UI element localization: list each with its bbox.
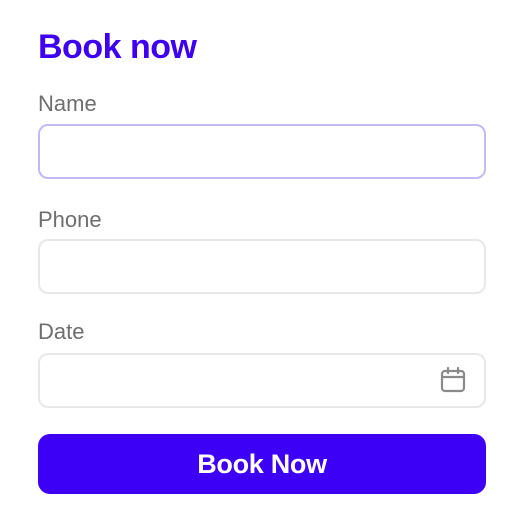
calendar-icon[interactable] xyxy=(439,366,467,394)
name-input[interactable] xyxy=(38,124,486,179)
date-input[interactable] xyxy=(38,353,486,408)
phone-label: Phone xyxy=(38,207,102,232)
booking-form: Book now Name Phone Date Book Now xyxy=(0,0,523,530)
book-now-button[interactable]: Book Now xyxy=(38,434,486,494)
date-label: Date xyxy=(38,319,85,344)
form-title: Book now xyxy=(38,28,197,66)
phone-input[interactable] xyxy=(38,239,486,294)
name-label: Name xyxy=(38,91,97,116)
